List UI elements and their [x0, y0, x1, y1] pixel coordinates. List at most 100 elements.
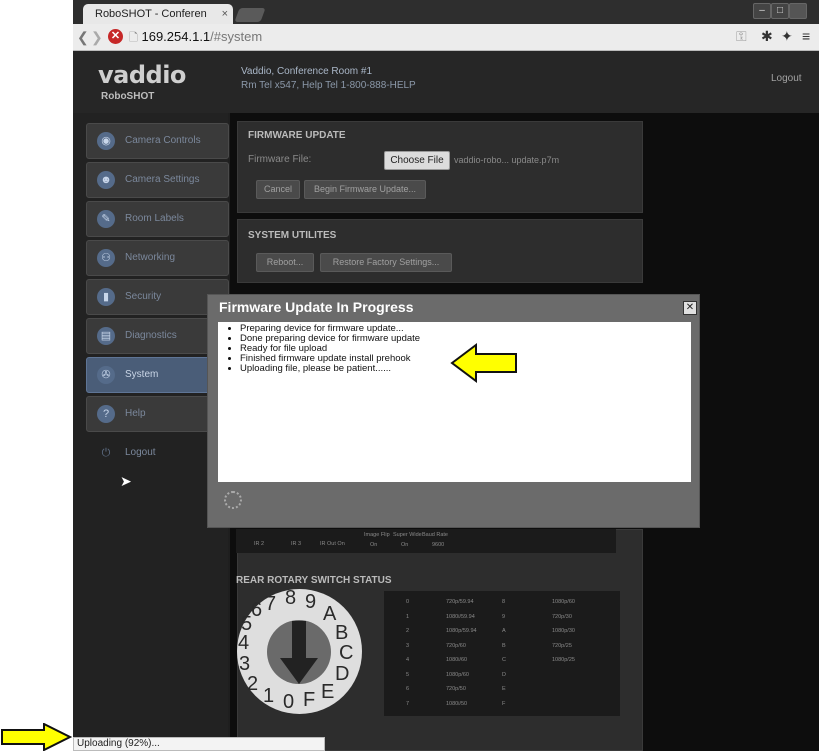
rotary-table-cell: D [502, 671, 506, 678]
clipboard-icon: ▤ [97, 327, 115, 345]
dip-label: Image Flip [364, 532, 390, 538]
tab-bar: RoboSHOT - Conferen × – □ [73, 0, 819, 24]
url-path: /#system [210, 29, 263, 44]
modal-title: Firmware Update In Progress [219, 299, 414, 315]
pencil-icon: ✎ [97, 210, 115, 228]
sidebar-item-label: Camera Controls [125, 135, 201, 146]
mouse-cursor-icon: ➤ [120, 473, 132, 489]
close-tab-icon[interactable]: × [222, 4, 228, 24]
rotary-table-cell: 1080i/50 [446, 700, 468, 707]
rotary-table-cell: F [502, 700, 506, 707]
rotary-table-cell: 1080p/60 [552, 599, 575, 605]
sidebar: ◉ Camera Controls ☻ Camera Settings ✎ Ro… [73, 113, 229, 751]
sidebar-item-label: System [125, 369, 159, 380]
room-name: Vaddio, Conference Room #1 [241, 66, 373, 77]
dip-label: IR Out On [320, 541, 345, 547]
menu-icon[interactable]: ≡ [802, 27, 810, 46]
rotary-table-cell: 1080p/60 [446, 671, 469, 678]
rotary-table-cell: 1080i/60 [446, 657, 468, 663]
firmware-update-modal: Firmware Update In Progress ✕ Preparing … [207, 294, 700, 528]
browser-tab[interactable]: RoboSHOT - Conferen × [83, 4, 233, 24]
browser-status-bar: Uploading (92%)... [73, 737, 325, 751]
modal-close-icon[interactable]: ✕ [683, 301, 697, 315]
restore-factory-settings-button[interactable]: Restore Factory Settings... [320, 253, 452, 272]
annotation-arrow-left-icon [450, 343, 517, 383]
sidebar-item-room-labels[interactable]: ✎ Room Labels [86, 201, 229, 237]
dip-label: Baud Rate [422, 532, 448, 538]
window-close-icon[interactable] [789, 3, 807, 19]
reboot-button[interactable]: Reboot... [256, 253, 314, 272]
extension-icon[interactable]: ✦ [781, 27, 793, 46]
tab-title: RoboSHOT - Conferen [95, 8, 207, 20]
help-phone: Rm Tel x547, Help Tel 1-800-888-HELP [241, 80, 416, 91]
help-icon: ? [97, 405, 115, 423]
product-name: RoboSHOT [101, 91, 155, 102]
address-bar[interactable]: 🗋 169.254.1.1/#system [129, 27, 729, 46]
sidebar-item-label: Camera Settings [125, 174, 200, 185]
sidebar-item-camera-controls[interactable]: ◉ Camera Controls [86, 123, 229, 159]
rotary-table-row: 2 1080p/59.94 A 1080p/30 [384, 626, 620, 638]
sidebar-item-label: Security [125, 291, 162, 302]
rotary-table-cell: 1080p/30 [552, 628, 575, 634]
dial-digit: 9 [305, 591, 317, 613]
header-logout-link[interactable]: Logout [771, 73, 802, 84]
dip-label: Super Wide [393, 532, 422, 538]
firmware-title: FIRMWARE UPDATE [248, 130, 346, 141]
network-icon: ⚇ [97, 249, 115, 267]
sidebar-item-label: Logout [125, 447, 156, 458]
vaddio-logo: vaddio [98, 61, 186, 89]
dip-label: IR 3 [291, 541, 302, 547]
rotary-table-cell: 3 [406, 642, 410, 649]
dip-value: On [370, 542, 378, 548]
cancel-button[interactable]: Cancel [256, 180, 300, 199]
sidebar-item-camera-settings[interactable]: ☻ Camera Settings [86, 162, 229, 198]
rotary-table-cell: A [502, 628, 506, 634]
sidebar-item-label: Networking [125, 252, 176, 263]
sidebar-item-label: Diagnostics [125, 330, 177, 341]
rotary-table-cell: 8 [502, 599, 506, 605]
lock-icon: ▮ [97, 288, 115, 306]
url-host: 169.254.1.1 [141, 29, 211, 44]
dial-digit: C [339, 642, 354, 664]
rotary-table-row: 7 1080i/50 F [384, 699, 620, 711]
rotary-table-row: 3 720p/60 B 720p/25 [384, 641, 620, 653]
dip-value: 9600 [432, 542, 445, 548]
rotary-table-row: 4 1080i/60 C 1080p/25 [384, 655, 620, 667]
key-icon[interactable]: ⚿ [736, 27, 747, 46]
sidebar-item-label: Room Labels [125, 213, 184, 224]
rotary-table-cell: 0 [406, 599, 410, 605]
stop-loading-icon[interactable]: ✕ [108, 29, 123, 44]
dial-digit: 7 [265, 593, 277, 615]
dip-value: On [401, 542, 409, 548]
dial-digit: 1 [263, 685, 275, 707]
gear-icon[interactable]: ✱ [761, 27, 773, 46]
maximize-icon[interactable]: □ [771, 3, 789, 19]
begin-firmware-update-button[interactable]: Begin Firmware Update... [304, 180, 426, 199]
file-name: vaddio-robo... update.p7m [454, 155, 560, 165]
minimize-icon[interactable]: – [753, 3, 771, 19]
camera-icon: ◉ [97, 132, 115, 150]
rotary-table-row: 1 1080i/59.94 9 720p/30 [384, 612, 620, 624]
rotary-table-cell: B [502, 642, 506, 649]
rotary-table: 0 720p/59.94 8 1080p/60 1 1080i/59.94 9 720p/30… [384, 591, 620, 716]
dial-digit: 0 [283, 691, 295, 713]
choose-file-button[interactable]: Choose File [384, 151, 450, 170]
rotary-table-cell: 1080i/59.94 [446, 613, 475, 620]
rotary-table-cell: 1080p/25 [552, 657, 575, 663]
new-tab-button[interactable] [234, 8, 266, 22]
page-icon: 🗋 [129, 32, 138, 44]
forward-icon[interactable]: ❯ [91, 29, 103, 45]
logout-icon: ⏻ [101, 447, 111, 459]
rotary-table-cell: C [502, 657, 506, 663]
sidebar-item-networking[interactable]: ⚇ Networking [86, 240, 229, 276]
wrench-icon: ✇ [97, 366, 115, 384]
utilities-title: SYSTEM UTILITES [248, 230, 337, 241]
rotary-table-row: 6 720p/50 E [384, 684, 620, 696]
rotary-table-cell: 7 [406, 700, 410, 707]
person-icon: ☻ [97, 171, 115, 189]
back-icon[interactable]: ❮ [77, 29, 89, 45]
rotary-table-cell: 2 [406, 628, 410, 634]
rotary-title: REAR ROTARY SWITCH STATUS [236, 575, 392, 586]
system-utilities-panel: SYSTEM UTILITES Reboot... Restore Factor… [237, 219, 643, 283]
page-header: vaddio RoboSHOT Vaddio, Conference Room … [73, 51, 819, 113]
